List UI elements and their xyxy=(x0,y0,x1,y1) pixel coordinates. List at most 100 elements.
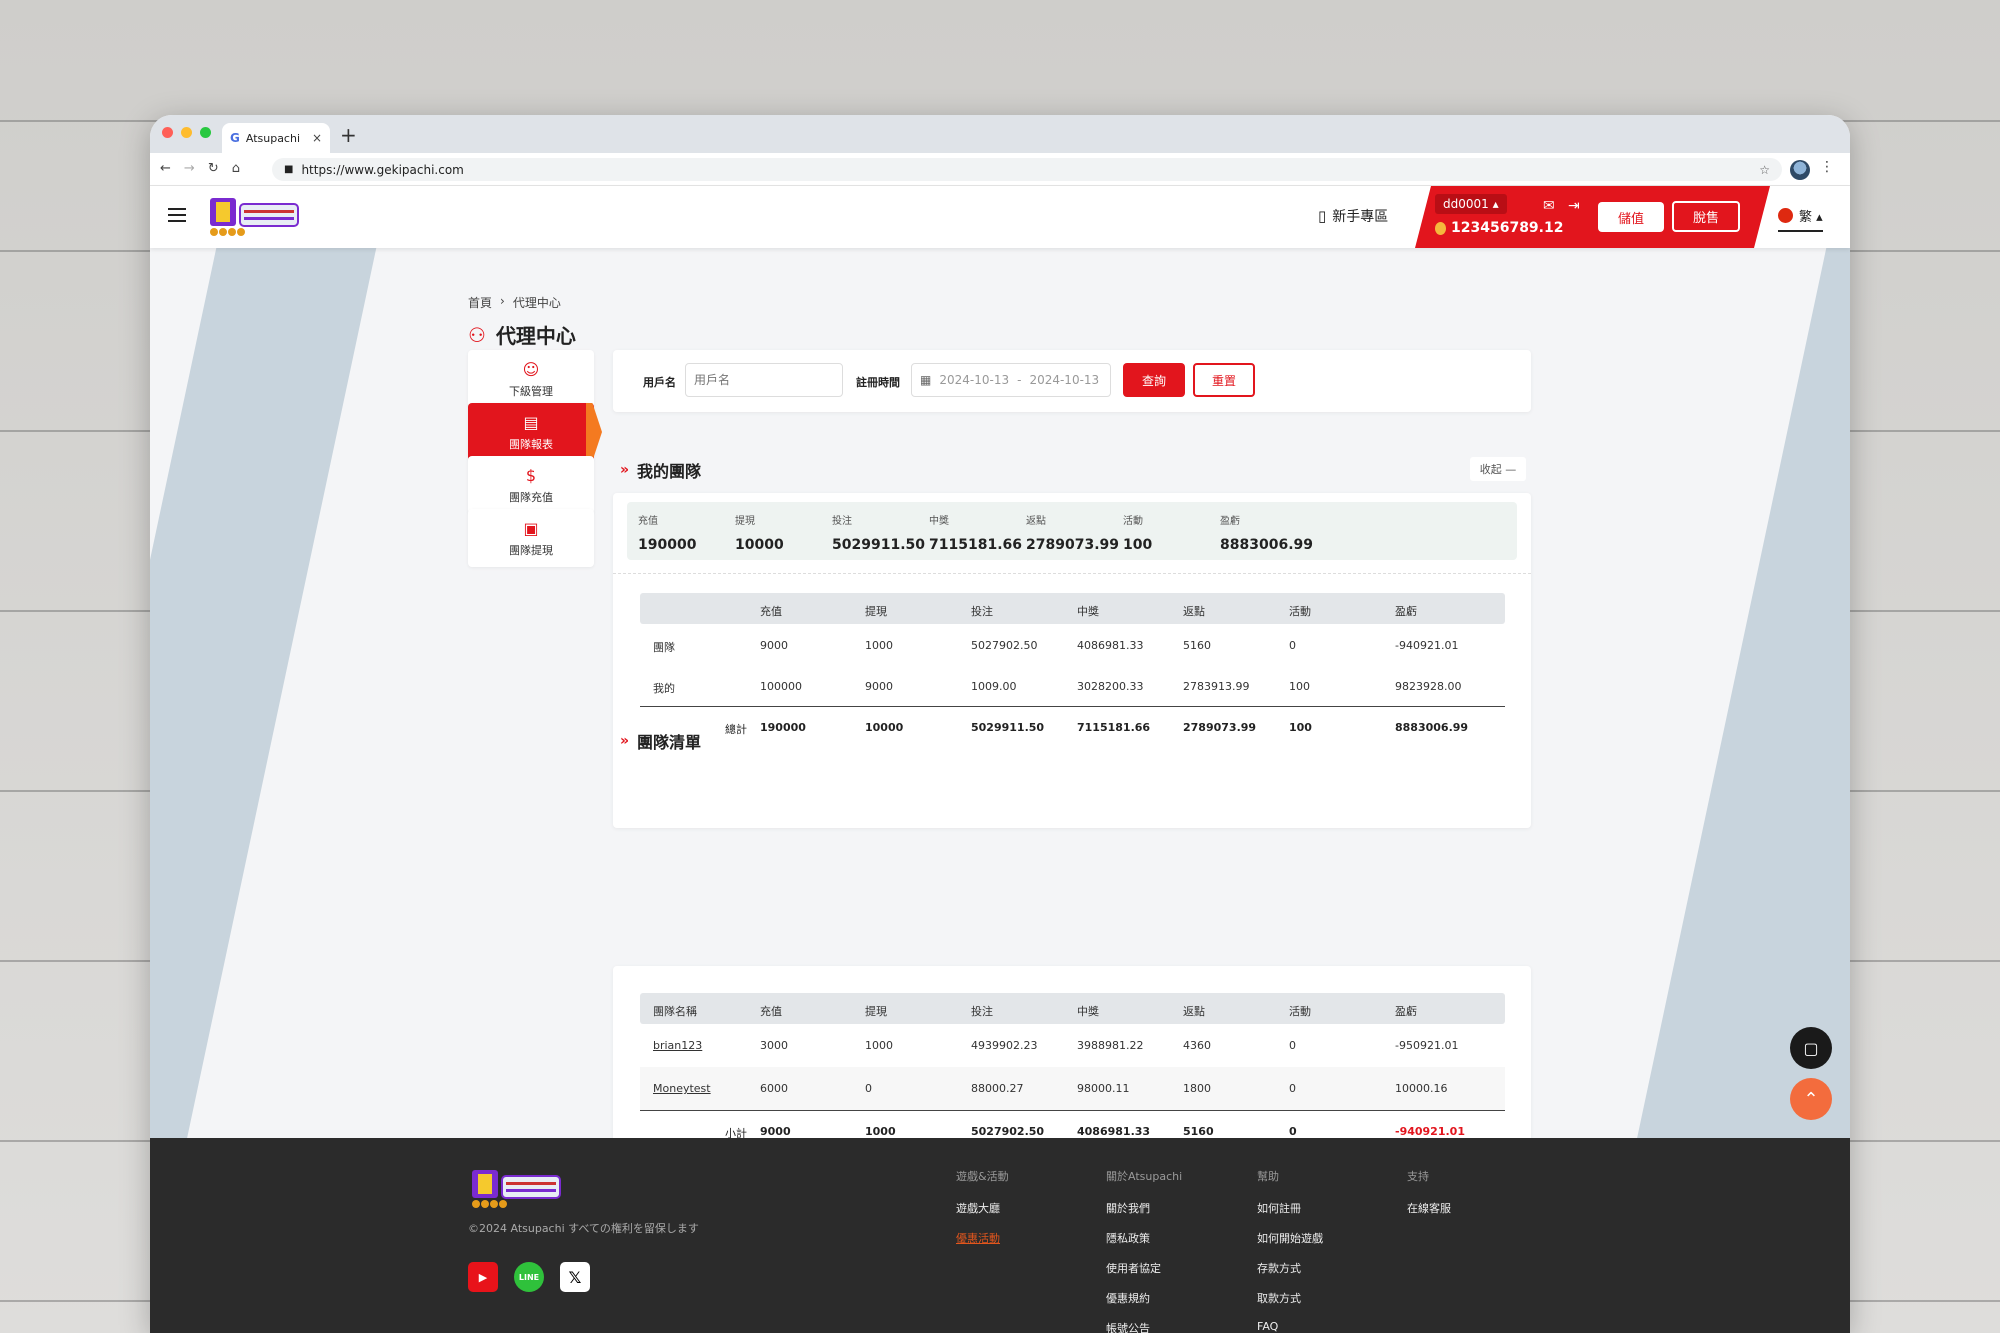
team-member-link[interactable]: Moneytest xyxy=(653,1082,711,1095)
table-row: Moneytest 6000 0 88000.27 98000.11 1800 … xyxy=(640,1067,1505,1110)
agent-user-icon: ⚇ xyxy=(468,322,486,347)
footer-column-support: 支持 在線客服 xyxy=(1407,1170,1451,1216)
sidebar-item-team-withdraw[interactable]: ▣ 團隊提現 xyxy=(468,509,594,567)
close-window-button[interactable] xyxy=(162,127,173,138)
reload-icon[interactable]: ↻ xyxy=(208,161,219,176)
browser-menu-icon[interactable]: ⋮ xyxy=(1820,159,1834,175)
browser-window: G Atsupachi × + ← → ↻ ⌂ ■ https://www.ge… xyxy=(150,115,1850,1333)
date-separator: - xyxy=(1017,373,1022,387)
breadcrumb: 首頁 › 代理中心 xyxy=(468,294,561,311)
date-range-picker[interactable]: ▦ 2024-10-13 - 2024-10-13 xyxy=(911,363,1111,397)
reset-button[interactable]: 重置 xyxy=(1193,363,1255,397)
sidebar-item-subordinates[interactable]: ☺ 下級管理 xyxy=(468,350,594,408)
google-icon: G xyxy=(230,131,240,145)
new-tab-button[interactable]: + xyxy=(340,123,357,147)
url-field[interactable]: ■ https://www.gekipachi.com ☆ xyxy=(272,158,1782,181)
table-row: brian123 3000 1000 4939902.23 3988981.22… xyxy=(653,1039,1459,1052)
footer-link[interactable]: 關於我們 xyxy=(1106,1200,1182,1216)
double-chevron-icon: » xyxy=(620,733,630,749)
withdraw-icon: ▣ xyxy=(523,518,539,538)
username-dropdown[interactable]: dd0001 ▴ xyxy=(1435,194,1507,214)
deposit-button[interactable]: 儲值 xyxy=(1598,202,1664,232)
line-icon[interactable]: LINE xyxy=(514,1262,544,1292)
username-input[interactable] xyxy=(685,363,843,397)
footer-link[interactable]: 優惠規約 xyxy=(1106,1290,1182,1306)
document-icon: ▤ xyxy=(523,412,539,432)
table-header: 充值 提現 投注 中獎 返點 活動 盈虧 xyxy=(640,593,1505,624)
newbie-zone-link[interactable]: ▯ 新手專區 xyxy=(1318,206,1388,226)
site-header: ▯ 新手專區 dd0001 ▴ 123456789.12 ✉ ⇥ 儲值 脫售 繁… xyxy=(150,186,1850,248)
footer-link[interactable]: 如何註冊 xyxy=(1257,1200,1323,1216)
breadcrumb-home[interactable]: 首頁 xyxy=(468,294,492,311)
home-icon[interactable]: ⌂ xyxy=(232,161,240,176)
atsupachi-logo[interactable] xyxy=(206,196,302,238)
date-end: 2024-10-13 xyxy=(1029,373,1100,387)
breadcrumb-current: 代理中心 xyxy=(512,296,561,310)
footer-link[interactable]: 使用者協定 xyxy=(1106,1260,1182,1276)
collapse-button[interactable]: 收起 — xyxy=(1470,457,1526,481)
close-tab-icon[interactable]: × xyxy=(312,131,322,145)
back-icon[interactable]: ← xyxy=(160,161,171,176)
summary-activity: 活動 100 xyxy=(1123,516,1153,553)
bookmark-star-icon[interactable]: ☆ xyxy=(1759,163,1770,177)
query-button[interactable]: 查詢 xyxy=(1123,363,1185,397)
profile-avatar[interactable] xyxy=(1790,160,1810,180)
address-bar: ← → ↻ ⌂ ■ https://www.gekipachi.com ☆ xyxy=(150,153,1850,186)
sell-button[interactable]: 脫售 xyxy=(1672,201,1740,232)
team-member-link[interactable]: brian123 xyxy=(653,1039,702,1052)
total-row: 總計 190000 10000 5029911.50 7115181.66 27… xyxy=(640,706,1505,747)
footer-link[interactable]: 隱私政策 xyxy=(1106,1230,1182,1246)
forward-icon[interactable]: → xyxy=(184,161,195,176)
minimize-window-button[interactable] xyxy=(181,127,192,138)
footer-link[interactable]: FAQ xyxy=(1257,1320,1323,1333)
my-team-table: 充值 提現 投注 中獎 返點 活動 盈虧 團隊 9000 1000 502790… xyxy=(640,593,1505,747)
summary-withdraw: 提現 10000 xyxy=(735,516,784,553)
sidebar-item-team-deposit[interactable]: $ 團隊充值 xyxy=(468,456,594,514)
summary-deposit: 充值 190000 xyxy=(638,516,697,553)
footer-link[interactable]: 取款方式 xyxy=(1257,1290,1323,1306)
window-controls xyxy=(162,127,211,138)
x-icon[interactable]: 𝕏 xyxy=(560,1262,590,1292)
footer-column-about: 關於Atsupachi 關於我們 隱私政策 使用者協定 優惠規約 帳號公告 xyxy=(1106,1168,1182,1333)
tab-bar: G Atsupachi × + xyxy=(150,115,1850,153)
table-header: 團隊名稱 充值 提現 投注 中獎 返點 活動 盈虧 xyxy=(640,993,1505,1024)
my-team-panel: 充值 190000 提現 10000 投注 5029911.50 中獎 7115181.… xyxy=(613,493,1531,828)
footer-column-games: 遊戲&活動 遊戲大廳 優惠活動 xyxy=(956,1170,1009,1246)
footer-column-help: 幫助 如何註冊 如何開始遊戲 存款方式 取款方式 FAQ xyxy=(1257,1170,1323,1333)
hk-flag-icon xyxy=(1778,208,1793,223)
mail-icon[interactable]: ✉ xyxy=(1543,198,1555,214)
footer-link[interactable]: 如何開始遊戲 xyxy=(1257,1230,1323,1246)
book-icon: ▯ xyxy=(1318,207,1327,225)
copyright-text: ©2024 Atsupachi すべての権利を留保します xyxy=(468,1222,699,1235)
summary-bet: 投注 5029911.50 xyxy=(832,516,925,553)
hamburger-menu-icon[interactable] xyxy=(168,208,186,222)
table-row: 團隊 9000 1000 5027902.50 4086981.33 5160 … xyxy=(653,639,1459,654)
atsupachi-logo[interactable] xyxy=(468,1168,564,1210)
logout-icon[interactable]: ⇥ xyxy=(1568,198,1580,214)
chat-support-button[interactable]: ▢ xyxy=(1790,1027,1832,1069)
youtube-icon[interactable]: ▶ xyxy=(468,1262,498,1292)
sidebar-item-team-report[interactable]: ▤ 團隊報表 xyxy=(468,403,594,461)
footer-link[interactable]: 優惠活動 xyxy=(956,1230,1009,1246)
team-list-table: 團隊名稱 充值 提現 投注 中獎 返點 活動 盈虧 brian123 3000 … xyxy=(640,993,1505,1138)
dashed-divider xyxy=(613,573,1531,574)
calendar-icon: ▦ xyxy=(920,373,932,387)
maximize-window-button[interactable] xyxy=(200,127,211,138)
chat-icon: ▢ xyxy=(1803,1038,1819,1058)
summary-rebate: 返點 2789073.99 xyxy=(1026,516,1119,553)
footer-link[interactable]: 存款方式 xyxy=(1257,1260,1323,1276)
footer-link[interactable]: 帳號公告 xyxy=(1106,1320,1182,1333)
page-title: ⚇ 代理中心 xyxy=(468,322,576,349)
filter-panel: 用戶名 註冊時間 ▦ 2024-10-13 - 2024-10-13 查詢 重置 xyxy=(613,350,1531,412)
team-list-heading: » 團隊清單 xyxy=(620,733,702,752)
browser-tab[interactable]: G Atsupachi × xyxy=(222,123,330,153)
site-footer: ©2024 Atsupachi すべての権利を留保します ▶ LINE 𝕏 遊戲… xyxy=(150,1138,1850,1333)
date-start: 2024-10-13 xyxy=(939,373,1010,387)
footer-link[interactable]: 遊戲大廳 xyxy=(956,1200,1009,1216)
language-selector[interactable]: 繁 ▴ xyxy=(1778,206,1823,232)
footer-link[interactable]: 在線客服 xyxy=(1407,1200,1451,1216)
url-text: https://www.gekipachi.com xyxy=(301,162,464,177)
my-team-heading: » 我的團隊 xyxy=(620,462,702,481)
arrow-up-icon: ⌃ xyxy=(1803,1088,1819,1110)
back-to-top-button[interactable]: ⌃ xyxy=(1790,1078,1832,1120)
